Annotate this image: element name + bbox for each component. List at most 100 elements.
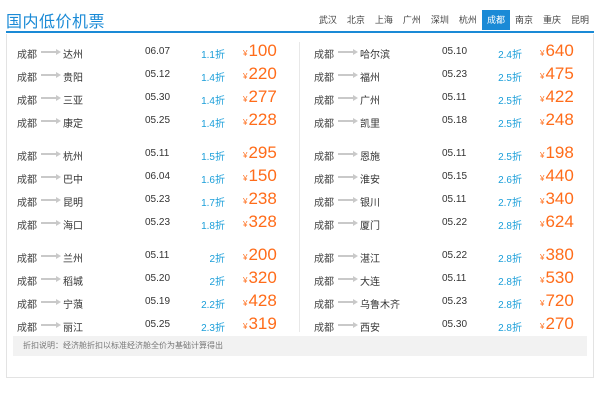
flight-row[interactable]: 成都 稻城 05.20 2折 ¥320 [11, 267, 294, 290]
city-tab[interactable]: 杭州 [454, 10, 482, 30]
ticket-price[interactable]: ¥228 [243, 110, 277, 130]
ticket-price[interactable]: ¥380 [540, 245, 574, 265]
ticket-price[interactable]: ¥428 [243, 291, 277, 311]
currency-symbol: ¥ [243, 95, 248, 104]
ticket-price[interactable]: ¥720 [540, 291, 574, 311]
flight-row[interactable]: 成都 三亚 05.30 1.4折 ¥277 [11, 86, 294, 109]
flight-row[interactable]: 成都 昆明 05.23 1.7折 ¥238 [11, 188, 294, 211]
city-tab[interactable]: 北京 [342, 10, 370, 30]
ticket-price[interactable]: ¥220 [243, 64, 277, 84]
flight-row[interactable]: 成都 大连 05.11 2.8折 ¥530 [308, 267, 591, 290]
flight-row[interactable]: 成都 福州 05.23 2.5折 ¥475 [308, 63, 591, 86]
currency-symbol: ¥ [243, 220, 248, 229]
flight-row[interactable]: 成都 兰州 05.11 2折 ¥200 [11, 244, 294, 267]
flight-date: 05.11 [442, 148, 467, 159]
destination-city[interactable]: 昆明 [63, 194, 83, 209]
destination-city[interactable]: 稻城 [63, 273, 83, 288]
destination-city[interactable]: 淮安 [360, 171, 380, 186]
destination-city[interactable]: 湛江 [360, 250, 380, 265]
destination-city[interactable]: 广州 [360, 92, 380, 107]
ticket-price[interactable]: ¥270 [540, 314, 574, 334]
destination-city[interactable]: 兰州 [63, 250, 83, 265]
ticket-price[interactable]: ¥422 [540, 87, 574, 107]
ticket-price[interactable]: ¥100 [243, 41, 277, 61]
destination-city[interactable]: 恩施 [360, 148, 380, 163]
flight-row[interactable]: 成都 达州 06.07 1.1折 ¥100 [11, 40, 294, 63]
destination-city[interactable]: 银川 [360, 194, 380, 209]
destination-city[interactable]: 杭州 [63, 148, 83, 163]
origin-city: 成都 [314, 198, 334, 209]
ticket-price[interactable]: ¥200 [243, 245, 277, 265]
ticket-price[interactable]: ¥624 [540, 212, 574, 232]
destination-city[interactable]: 福州 [360, 69, 380, 84]
ticket-price[interactable]: ¥640 [540, 41, 574, 61]
flight-row[interactable]: 成都 贵阳 05.12 1.4折 ¥220 [11, 63, 294, 86]
city-tab[interactable]: 广州 [398, 10, 426, 30]
flight-row[interactable]: 成都 广州 05.11 2.5折 ¥422 [308, 86, 591, 109]
ticket-price[interactable]: ¥328 [243, 212, 277, 232]
city-tab[interactable]: 重庆 [538, 10, 566, 30]
flight-row[interactable]: 成都 康定 05.25 1.4折 ¥228 [11, 109, 294, 132]
flight-row[interactable]: 成都 恩施 05.11 2.5折 ¥198 [308, 142, 591, 165]
ticket-price[interactable]: ¥530 [540, 268, 574, 288]
flight-row[interactable]: 成都 乌鲁木齐 05.23 2.8折 ¥720 [308, 290, 591, 313]
flight-row[interactable]: 成都 杭州 05.11 1.5折 ¥295 [11, 142, 294, 165]
city-tab[interactable]: 武汉 [314, 10, 342, 30]
origin-city: 成都 [314, 119, 334, 130]
arrow-right-icon [41, 220, 61, 226]
city-tab[interactable]: 成都 [481, 10, 510, 30]
ticket-price[interactable]: ¥295 [243, 143, 277, 163]
destination-city[interactable]: 乌鲁木齐 [360, 296, 400, 311]
city-tab[interactable]: 深圳 [426, 10, 454, 30]
flight-date: 05.19 [145, 296, 171, 307]
destination-city[interactable]: 康定 [63, 115, 83, 130]
flight-date: 05.11 [442, 194, 467, 205]
destination-city[interactable]: 宁蒗 [63, 296, 83, 311]
arrow-right-icon [41, 174, 61, 180]
destination-city[interactable]: 丽江 [63, 319, 83, 334]
ticket-price[interactable]: ¥440 [540, 166, 574, 186]
flight-row[interactable]: 成都 湛江 05.22 2.8折 ¥380 [308, 244, 591, 267]
discount-rate: 1.6折 [201, 175, 225, 186]
city-tab[interactable]: 上海 [370, 10, 398, 30]
flight-row[interactable]: 成都 海口 05.23 1.8折 ¥328 [11, 211, 294, 234]
flight-row[interactable]: 成都 厦门 05.22 2.8折 ¥624 [308, 211, 591, 234]
flight-row[interactable]: 成都 西安 05.30 2.8折 ¥270 [308, 313, 591, 336]
currency-symbol: ¥ [243, 151, 248, 160]
destination-city[interactable]: 厦门 [360, 217, 380, 232]
flight-row[interactable]: 成都 哈尔滨 05.10 2.4折 ¥640 [308, 40, 591, 63]
left-column: 成都 达州 06.07 1.1折 ¥100 成都 贵阳 05.12 1.4折 ¥220 成都 三亚 05… [11, 40, 294, 346]
flight-row[interactable]: 成都 银川 05.11 2.7折 ¥340 [308, 188, 591, 211]
flight-date: 05.15 [442, 171, 468, 182]
currency-symbol: ¥ [540, 174, 545, 183]
flight-group: 成都 恩施 05.11 2.5折 ¥198 成都 淮安 05.15 2.6折 ¥440 成都 银川 05… [308, 142, 591, 234]
destination-city[interactable]: 大连 [360, 273, 380, 288]
currency-symbol: ¥ [540, 49, 545, 58]
city-tab[interactable]: 南京 [510, 10, 538, 30]
ticket-price[interactable]: ¥248 [540, 110, 574, 130]
destination-city[interactable]: 巴中 [63, 171, 83, 186]
destination-city[interactable]: 凯里 [360, 115, 380, 130]
destination-city[interactable]: 海口 [63, 217, 83, 232]
destination-city[interactable]: 三亚 [63, 92, 83, 107]
destination-city[interactable]: 西安 [360, 319, 380, 334]
destination-city[interactable]: 贵阳 [63, 69, 83, 84]
flight-date: 05.23 [442, 296, 468, 307]
ticket-price[interactable]: ¥238 [243, 189, 277, 209]
flight-row[interactable]: 成都 丽江 05.25 2.3折 ¥319 [11, 313, 294, 336]
destination-city[interactable]: 达州 [63, 46, 83, 61]
ticket-price[interactable]: ¥150 [243, 166, 277, 186]
flight-group: 成都 达州 06.07 1.1折 ¥100 成都 贵阳 05.12 1.4折 ¥220 成都 三亚 05… [11, 40, 294, 132]
ticket-price[interactable]: ¥319 [243, 314, 277, 334]
ticket-price[interactable]: ¥198 [540, 143, 574, 163]
destination-city[interactable]: 哈尔滨 [360, 46, 390, 61]
flight-row[interactable]: 成都 宁蒗 05.19 2.2折 ¥428 [11, 290, 294, 313]
ticket-price[interactable]: ¥320 [243, 268, 277, 288]
flight-row[interactable]: 成都 巴中 06.04 1.6折 ¥150 [11, 165, 294, 188]
ticket-price[interactable]: ¥277 [243, 87, 277, 107]
city-tab[interactable]: 昆明 [566, 10, 594, 30]
ticket-price[interactable]: ¥475 [540, 64, 574, 84]
flight-row[interactable]: 成都 凯里 05.18 2.5折 ¥248 [308, 109, 591, 132]
ticket-price[interactable]: ¥340 [540, 189, 574, 209]
flight-row[interactable]: 成都 淮安 05.15 2.6折 ¥440 [308, 165, 591, 188]
